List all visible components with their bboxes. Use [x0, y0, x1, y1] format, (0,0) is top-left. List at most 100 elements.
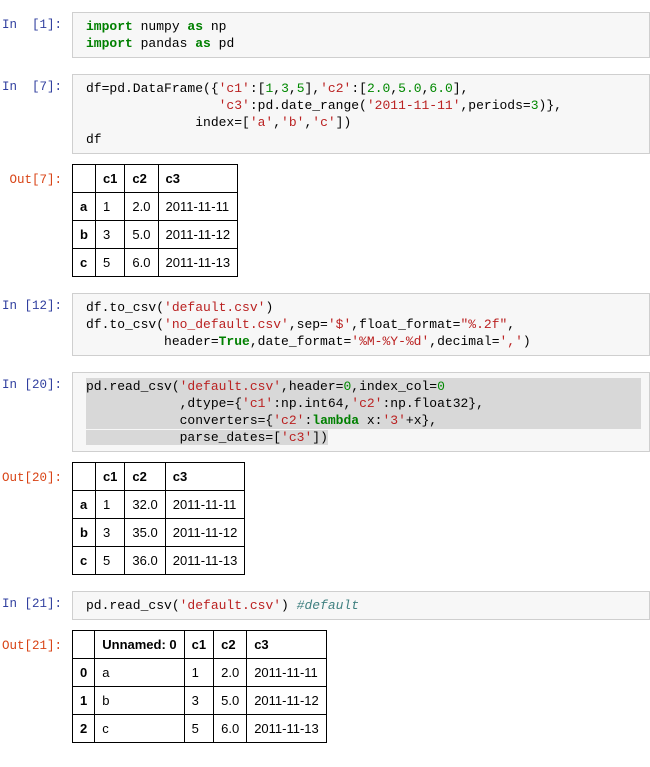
output-row: Out[20]: c1 c2 c3 a 1 32.0 2011-11-11 b 3 35.0 2011…: [0, 462, 650, 575]
table-cell: 2011-11-11: [246, 658, 327, 687]
column-header: c3: [246, 630, 327, 659]
row-index-cell: 0: [71, 658, 96, 687]
table-cell: 5.0: [213, 686, 248, 715]
row-index-cell: a: [72, 490, 96, 519]
token-plain: parse_dates=[: [86, 430, 282, 445]
column-header: c3: [164, 462, 246, 491]
table-cell: 1: [94, 490, 126, 519]
column-header: c2: [213, 630, 248, 659]
token-kw: import: [86, 36, 133, 51]
token-plain: ): [522, 334, 531, 349]
token-str: 'c2': [273, 413, 305, 428]
table-cell: 2011-11-11: [157, 192, 239, 221]
input-row: In [12]: df.to_csv('default.csv') df.to_cs…: [0, 293, 650, 356]
token-str: ',': [499, 334, 523, 349]
token-num: 6.0: [429, 81, 453, 96]
code-editor[interactable]: pd.read_csv('default.csv') #default: [72, 591, 650, 620]
dataframe-table: c1 c2 c3 a 1 32.0 2011-11-11 b 3 35.0 2011-11-12 c 5…: [72, 462, 246, 575]
row-index-cell: c: [72, 248, 96, 277]
token-str: 'b': [281, 115, 305, 130]
table-cell: 5.0: [124, 220, 159, 249]
token-num: 3: [281, 81, 289, 96]
table-cell: 2011-11-12: [246, 686, 327, 715]
token-plain: ]): [335, 115, 352, 130]
table-row: 0 a 1 2.0 2011-11-11: [71, 658, 327, 687]
token-plain: :[: [351, 81, 367, 96]
token-plain: ): [265, 300, 274, 315]
table-cell: 32.0: [124, 490, 166, 519]
token-str: 'default.csv': [179, 379, 282, 394]
output-row: Out[7]: c1 c2 c3 a 1 2.0 2011-11-11 b 3 5.0 2011-11…: [0, 164, 650, 277]
table-cell: 3: [94, 220, 126, 249]
token-num: 2.0: [366, 81, 391, 96]
cell-read-csv-default: In [21]: pd.read_csv('default.csv') #defa…: [0, 591, 650, 743]
table-cell: a: [94, 658, 185, 687]
dataframe-table: Unnamed: 0 c1 c2 c3 0 a 1 2.0 2011-11-11 1 b 3 5.0 20…: [71, 630, 327, 743]
token-str: 'c2': [320, 81, 352, 96]
token-kw: as: [187, 19, 204, 34]
code-editor[interactable]: df.to_csv('default.csv') df.to_csv('no_de…: [72, 293, 650, 356]
input-row: In [7]: df=pd.DataFrame({'c1':[1,3,5],'c2…: [0, 74, 650, 154]
token-plain: :np.int64,: [273, 396, 352, 411]
table-cell: b: [94, 686, 185, 715]
token-plain: header=: [86, 334, 219, 349]
table-row: a 1 2.0 2011-11-11: [72, 192, 239, 221]
token-plain: ,float_format=: [351, 317, 461, 332]
table-header-row: c1 c2 c3: [72, 462, 246, 491]
table-row: 2 c 5 6.0 2011-11-13: [71, 714, 327, 743]
token-str: 'c': [312, 115, 336, 130]
token-plain: ): [281, 598, 297, 613]
code-line: ,dtype={'c1':np.int64,'c2':np.float32},: [86, 395, 641, 412]
token-plain: np: [203, 19, 227, 34]
row-index-cell: a: [72, 192, 96, 221]
table-cell: 2011-11-13: [164, 546, 246, 575]
code-editor[interactable]: df=pd.DataFrame({'c1':[1,3,5],'c2':[2.0,…: [72, 74, 650, 154]
token-num: 5.0: [398, 81, 422, 96]
table-cell: 2.0: [124, 192, 159, 221]
table-cell: 2011-11-12: [164, 518, 246, 547]
output-area: Unnamed: 0 c1 c2 c3 0 a 1 2.0 2011-11-11 1 b 3 5.0 20…: [71, 630, 650, 743]
code-line: df.to_csv('default.csv'): [86, 299, 641, 316]
token-plain: ],: [304, 81, 321, 96]
output-row: Out[21]: Unnamed: 0 c1 c2 c3 0 a 1 2.0 2011-11-11…: [0, 630, 650, 743]
input-prompt: In [12]:: [1, 299, 62, 313]
table-cell: 5: [94, 248, 126, 277]
column-header: c2: [124, 164, 159, 193]
corner-header-cell: [71, 630, 96, 659]
token-plain: ,: [273, 115, 282, 130]
token-plain: ],: [452, 81, 469, 96]
input-prompt: In [20]:: [1, 378, 62, 392]
token-plain: :[: [249, 81, 266, 96]
output-prompt: Out[7]:: [9, 173, 62, 187]
code-editor[interactable]: import numpy as np import pandas as pd: [72, 12, 650, 58]
code-content: pd.read_csv('default.csv') #default: [86, 597, 641, 614]
code-editor[interactable]: pd.read_csv('default.csv',header= 0,index…: [72, 372, 650, 452]
code-line: import pandas as pd: [86, 35, 641, 52]
input-row: In [1]: import numpy as np import pandas a…: [0, 12, 650, 58]
input-prompt: In [21]:: [1, 597, 62, 611]
table-header-row: Unnamed: 0 c1 c2 c3: [71, 630, 327, 659]
table-cell: 2.0: [213, 658, 248, 687]
token-plain: df.to_csv(: [86, 317, 165, 332]
table-cell: 36.0: [124, 546, 166, 575]
token-kw: import: [86, 19, 133, 34]
input-row: In [20]: pd.read_csv('default.csv',header…: [0, 372, 650, 452]
code-line: 'c3':pd.date_range('2011-11-11',periods=…: [86, 97, 641, 114]
token-plain: converters={: [86, 413, 274, 428]
cell-dataframe: In [7]: df=pd.DataFrame({'c1':[1,3,5],'c2…: [0, 74, 650, 277]
table-cell: 2011-11-12: [157, 220, 239, 249]
code-content: import numpy as np import pandas as pd: [86, 18, 641, 52]
token-str: 'c1': [242, 396, 274, 411]
token-plain: ]): [312, 430, 328, 445]
token-str: 'default.csv': [179, 598, 282, 613]
code-line: import numpy as np: [86, 18, 641, 35]
table-cell: 2011-11-11: [164, 490, 246, 519]
corner-header-cell: [72, 164, 96, 193]
token-plain: ,: [288, 81, 297, 96]
column-header: c3: [157, 164, 239, 193]
token-plain: ,periods=: [460, 98, 531, 113]
token-plain: index=[: [86, 115, 250, 130]
token-plain: ,dtype={: [86, 396, 243, 411]
input-prompt: In [1]:: [1, 18, 62, 32]
table-cell: 1: [94, 192, 126, 221]
